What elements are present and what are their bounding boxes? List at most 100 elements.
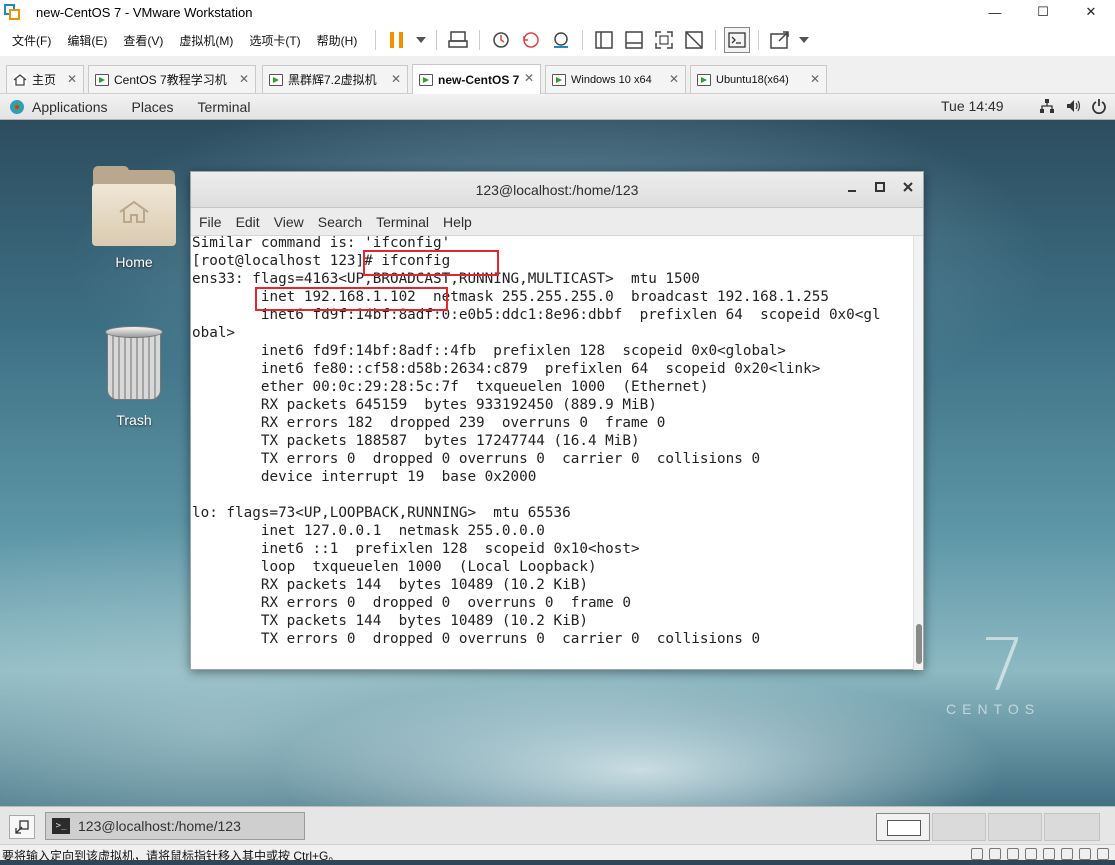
terminal-icon: >_ [52, 818, 70, 834]
stretch-dropdown-icon[interactable] [797, 27, 811, 53]
vm-tab-bar: 主页 ✕ CentOS 7教程学习机 ✕ 黑群辉7.2虚拟机 ✕ new-Cen… [0, 56, 1115, 94]
terminal-menu-search[interactable]: Search [318, 214, 362, 230]
taskbar-item-label: 123@localhost:/home/123 [78, 818, 241, 834]
stretch-guest-icon[interactable] [767, 27, 793, 53]
terminal-menu[interactable]: Terminal [198, 99, 251, 115]
menu-edit[interactable]: 编辑(E) [59, 32, 115, 49]
tab-ubuntu18[interactable]: Ubuntu18(x64) ✕ [690, 65, 827, 93]
terminal-menu-terminal[interactable]: Terminal [376, 214, 429, 230]
workspace-4[interactable] [1044, 813, 1100, 841]
network-adapter-icon[interactable] [1007, 848, 1019, 860]
tab-home[interactable]: 主页 ✕ [6, 65, 84, 93]
tab-centos7-tutorial[interactable]: CentOS 7教程学习机 ✕ [88, 65, 256, 93]
workspace-3[interactable] [988, 813, 1042, 841]
hdd-icon[interactable] [971, 848, 983, 860]
revert-snapshot-icon[interactable] [518, 27, 544, 53]
menu-file[interactable]: 文件(F) [4, 32, 59, 49]
close-icon[interactable]: ✕ [67, 72, 77, 86]
unity-mode-icon[interactable] [681, 27, 707, 53]
maximize-button[interactable]: ☐ [1019, 0, 1067, 24]
terminal-line: ether 00:0c:29:28:5c:7f txqueuelen 1000 … [192, 379, 709, 395]
terminal-menu-help[interactable]: Help [443, 214, 472, 230]
printer-icon[interactable] [1061, 848, 1073, 860]
highlight-inet-address [255, 287, 448, 311]
menu-tabs[interactable]: 选项卡(T) [241, 32, 308, 49]
close-icon[interactable]: ✕ [239, 72, 249, 86]
terminal-window-controls [847, 181, 913, 195]
snapshot-icon[interactable] [488, 27, 514, 53]
toolbar-divider [436, 30, 438, 50]
terminal-menu-edit[interactable]: Edit [236, 214, 260, 230]
device-tray [971, 848, 1109, 860]
workspace-1[interactable] [876, 813, 930, 841]
sidebar-view-icon[interactable] [591, 27, 617, 53]
tab-label: 黑群辉7.2虚拟机 [288, 73, 377, 87]
terminal-line: loop txqueuelen 1000 (Local Loopback) [192, 559, 597, 575]
message-icon[interactable] [1097, 848, 1109, 860]
taskbar-terminal-item[interactable]: >_ 123@localhost:/home/123 [45, 812, 305, 840]
close-icon[interactable]: ✕ [391, 72, 401, 86]
vmware-logo-icon [4, 4, 20, 20]
close-button[interactable]: ✕ [1067, 0, 1115, 24]
highlight-ifconfig-command [363, 250, 499, 276]
terminal-close-button[interactable] [903, 181, 913, 195]
close-icon[interactable]: ✕ [524, 71, 534, 85]
clock[interactable]: Tue 14:49 [941, 98, 1004, 114]
toolbar-divider [479, 30, 481, 50]
close-icon[interactable]: ✕ [810, 72, 820, 86]
desktop-icon-label: Home [115, 254, 153, 270]
menu-view[interactable]: 查看(V) [115, 32, 171, 49]
close-icon[interactable]: ✕ [669, 72, 679, 86]
tab-new-centos7[interactable]: new-CentOS 7 ✕ [412, 64, 541, 94]
scrollbar-thumb[interactable] [916, 624, 922, 664]
menu-vm[interactable]: 虚拟机(M) [171, 32, 241, 49]
display-icon[interactable] [1079, 848, 1091, 860]
applications-menu[interactable]: Applications [32, 99, 108, 115]
terminal-console-icon[interactable] [724, 27, 751, 53]
terminal-scrollbar[interactable] [913, 236, 923, 670]
terminal-line: device interrupt 19 base 0x2000 [192, 469, 537, 485]
gnome-bottom-panel: >_ 123@localhost:/home/123 [0, 806, 1115, 844]
terminal-menu-file[interactable]: File [199, 214, 222, 230]
vmware-menubar: 文件(F) 编辑(E) 查看(V) 虚拟机(M) 选项卡(T) 帮助(H) [0, 24, 1115, 56]
terminal-line: TX packets 144 bytes 10489 (10.2 KiB) [192, 613, 588, 629]
terminal-line: RX packets 144 bytes 10489 (10.2 KiB) [192, 577, 588, 593]
terminal-menu-view[interactable]: View [274, 214, 304, 230]
tab-label: Ubuntu18(x64) [716, 73, 789, 86]
tab-synology[interactable]: 黑群辉7.2虚拟机 ✕ [262, 65, 408, 93]
terminal-minimize-button[interactable] [847, 181, 857, 195]
minimize-button[interactable]: — [971, 0, 1019, 24]
centos-version: 7 [980, 623, 1026, 707]
terminal-maximize-button[interactable] [875, 181, 885, 195]
tab-label: 主页 [32, 73, 57, 87]
terminal-line: Similar command is: 'ifconfig' [192, 236, 451, 251]
terminal-line: inet6 fd9f:14bf:8adf::4fb prefixlen 128 … [192, 343, 786, 359]
workspace-2[interactable] [932, 813, 986, 841]
desktop-icon-trash[interactable]: Trash [89, 326, 179, 428]
snapshot-manager-icon[interactable] [548, 27, 574, 53]
home-icon [13, 73, 27, 86]
usb-icon[interactable] [1025, 848, 1037, 860]
terminal-line: inet 127.0.0.1 netmask 255.0.0.0 [192, 523, 545, 539]
fullscreen-icon[interactable] [651, 27, 677, 53]
cd-icon[interactable] [989, 848, 1001, 860]
show-desktop-button[interactable] [9, 815, 35, 839]
system-tray[interactable] [1039, 98, 1107, 114]
terminal-line: TX errors 0 dropped 0 overruns 0 carrier… [192, 451, 761, 467]
send-ctrl-alt-del-icon[interactable] [445, 27, 471, 53]
terminal-window[interactable]: 123@localhost:/home/123 File Edit View S… [190, 171, 924, 670]
tab-windows10[interactable]: Windows 10 x64 ✕ [545, 65, 686, 93]
centos-logo: 7 CENTOS [946, 629, 1040, 717]
sound-icon[interactable] [1043, 848, 1055, 860]
window-title: new-CentOS 7 - VMware Workstation [36, 4, 253, 20]
trash-icon [103, 326, 165, 402]
guest-screen[interactable]: Applications Places Terminal Tue 14:49 H… [0, 94, 1115, 809]
menu-help[interactable]: 帮助(H) [309, 32, 366, 49]
pause-dropdown-icon[interactable] [414, 27, 428, 53]
desktop-icon-home[interactable]: Home [89, 166, 179, 270]
terminal-line: obal> [192, 325, 236, 341]
pause-icon[interactable] [384, 27, 410, 53]
terminal-titlebar[interactable]: 123@localhost:/home/123 [191, 172, 923, 208]
places-menu[interactable]: Places [132, 99, 174, 115]
console-view-icon[interactable] [621, 27, 647, 53]
